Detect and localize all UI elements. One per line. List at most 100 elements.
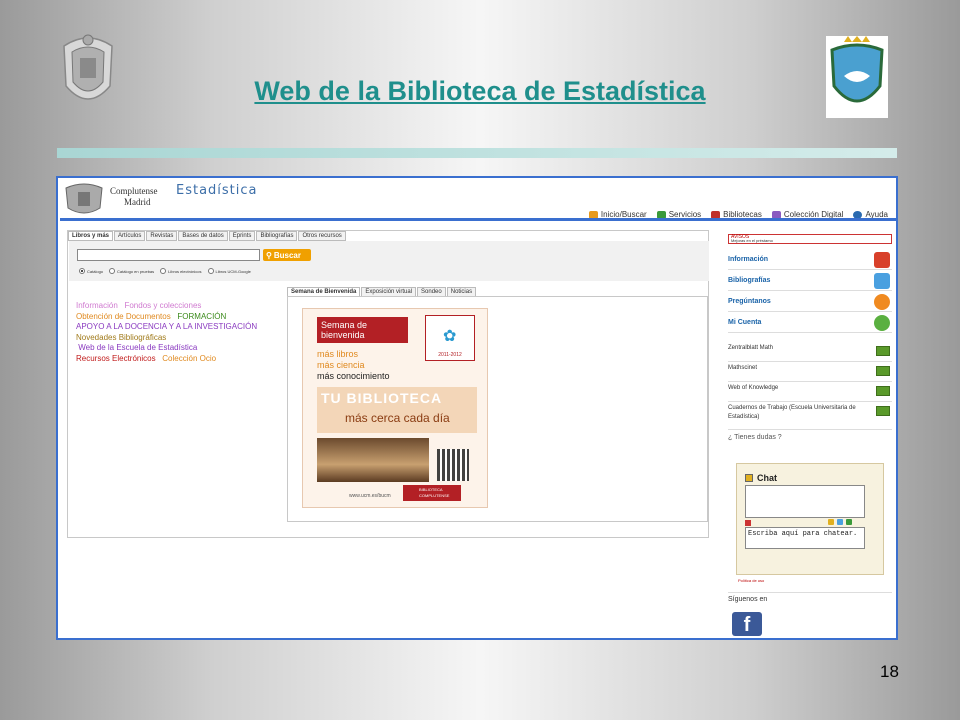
resource-label: Mathscinet	[728, 365, 758, 371]
chat-header: Chat	[745, 473, 777, 483]
resource-wok[interactable]: Web of Knowledge	[728, 382, 892, 402]
poster-line: más libros	[317, 349, 359, 359]
link-formacion[interactable]: FORMACIÓN	[177, 312, 226, 321]
scope-catalogo[interactable]: Catálogo	[79, 268, 103, 274]
account-icon	[874, 315, 890, 331]
resource-label: Zentralblatt Math	[728, 345, 774, 351]
sidebar-item-bibliografias[interactable]: Bibliografías	[728, 271, 892, 291]
poster-lines: más libros más ciencia más conocimiento	[317, 349, 390, 382]
sidebar-item-label: Información	[728, 256, 769, 263]
search-button-label: Buscar	[273, 250, 301, 260]
question-icon	[874, 294, 890, 310]
emoji-icon[interactable]	[828, 519, 834, 525]
sidebar-item-label: Bibliografías	[728, 277, 771, 284]
welcome-content: Semana de bienvenida ✿ 2011-2012 más lib…	[287, 296, 708, 522]
radio-icon	[79, 268, 85, 274]
link-recursos[interactable]: Recursos Electrónicos	[76, 354, 156, 363]
tab-eprints[interactable]: Eprints	[228, 231, 256, 241]
avisos-box[interactable]: AVISOS Mejoras en el préstamo	[728, 234, 892, 244]
search-input[interactable]	[77, 249, 260, 261]
chat-title: Chat	[757, 473, 777, 483]
sidebar-item-preguntanos[interactable]: Pregúntanos	[728, 292, 892, 312]
facebook-icon[interactable]: f	[732, 612, 762, 636]
site-name: Estadística	[176, 183, 258, 198]
resource-cuadernos[interactable]: Cuadernos de Trabajo (Escuela Universita…	[728, 402, 892, 430]
search-tabs: Libros y más Artículos Revistas Bases de…	[68, 231, 347, 241]
tab-articulos[interactable]: Artículos	[114, 231, 146, 241]
school-crest-icon	[826, 36, 888, 118]
radio-icon	[160, 268, 167, 274]
tab-bibliografias[interactable]: Bibliografías	[256, 231, 298, 241]
header-rule	[60, 218, 896, 221]
tab-bases-de-datos[interactable]: Bases de datos	[178, 231, 228, 241]
send-icon[interactable]	[846, 519, 852, 525]
welcome-panel: Semana de Bienvenida Exposición virtual …	[287, 287, 708, 522]
teal-divider	[57, 148, 897, 158]
qr-code-icon	[437, 449, 469, 481]
chat-log	[745, 485, 865, 518]
link-apoyo[interactable]: APOYO A LA DOCENCIA Y A LA INVESTIGACIÓN	[76, 322, 257, 331]
bibliography-icon	[874, 273, 890, 289]
tab-libros[interactable]: Libros y más	[68, 231, 114, 241]
search-area: ⚲ Buscar Catálogo Catálogo en pruebas Li…	[69, 241, 709, 281]
link-escuela[interactable]: Web de la Escuela de Estadística	[78, 343, 197, 352]
scope-libros-electronicos[interactable]: Libros electrónicos	[160, 268, 202, 274]
poster-sub-text: más cerca cada día	[345, 411, 450, 425]
resource-zentralblatt[interactable]: Zentralblatt Math	[728, 342, 892, 362]
scope-label: Libros UCM-Google	[215, 268, 251, 274]
chat-controls	[828, 519, 852, 525]
scope-label: Libros electrónicos	[168, 268, 202, 274]
poster-bib-logo: BIBLIOTECA COMPLUTENSE	[403, 485, 461, 501]
resource-label: Cuadernos de Trabajo (Escuela Universita…	[728, 405, 856, 420]
link-informacion[interactable]: Información	[76, 301, 118, 310]
sidebar-item-mi-cuenta[interactable]: Mi Cuenta	[728, 313, 892, 333]
mail-icon[interactable]	[837, 519, 843, 525]
chat-input[interactable]: Escriba aquí para chatear.	[745, 527, 865, 549]
welcome-poster[interactable]: Semana de bienvenida ✿ 2011-2012 más lib…	[302, 308, 488, 508]
poster-url: www.ucm.es/bucm	[349, 493, 391, 499]
scope-label: Catálogo en pruebas	[117, 268, 155, 274]
resource-icon	[876, 386, 890, 396]
slide-title[interactable]: Web de la Biblioteca de Estadística	[0, 76, 960, 107]
right-sidebar: AVISOS Mejoras en el préstamo Informació…	[724, 228, 894, 638]
chat-icon	[745, 474, 753, 482]
poster-heading: Semana de bienvenida	[317, 317, 408, 343]
politica-link[interactable]: Política de uso	[738, 578, 764, 583]
scope-catalogo-pruebas[interactable]: Catálogo en pruebas	[109, 268, 154, 274]
poster-line: más ciencia	[317, 360, 365, 370]
resource-label: Web of Knowledge	[728, 385, 779, 391]
poster-tu-text: TU BIBLIOTECA	[321, 390, 443, 406]
sidebar-item-label: Pregúntanos	[728, 298, 771, 305]
avisos-text: Mejoras en el préstamo	[731, 238, 773, 243]
ucm-brand: Complutense Madrid	[110, 186, 158, 208]
tab-revistas[interactable]: Revistas	[146, 231, 178, 241]
magnifier-icon: ⚲	[266, 250, 272, 260]
search-button[interactable]: ⚲ Buscar	[263, 249, 311, 261]
search-panel: Libros y más Artículos Revistas Bases de…	[67, 230, 709, 538]
site-header: Complutense Madrid Estadística Inicio/Bu…	[60, 180, 896, 220]
sidebar-item-informacion[interactable]: Información	[728, 250, 892, 270]
speaker-icon[interactable]	[745, 520, 751, 526]
website-screenshot: Complutense Madrid Estadística Inicio/Bu…	[56, 176, 898, 640]
link-novedades[interactable]: Novedades Bibliográficas	[76, 333, 166, 342]
radio-icon	[109, 268, 116, 274]
link-fondos[interactable]: Fondos y colecciones	[124, 301, 201, 310]
siguenos-heading: Síguenos en	[728, 592, 892, 603]
library-photo	[317, 438, 429, 482]
link-obtencion[interactable]: Obtención de Documentos	[76, 312, 171, 321]
brand-line-2: Madrid	[124, 197, 151, 207]
chat-widget: Chat Escriba aquí para chatear.	[736, 463, 884, 575]
brand-line-1: Complutense	[110, 186, 158, 196]
quick-links: Información Fondos y colecciones Obtenci…	[76, 301, 286, 364]
poster-line: más conocimiento	[317, 371, 390, 381]
resource-icon	[876, 346, 890, 356]
link-ocio[interactable]: Colección Ocio	[162, 354, 216, 363]
tab-otros-recursos[interactable]: Otros recursos	[298, 231, 346, 241]
sidebar-item-label: Mi Cuenta	[728, 319, 762, 326]
info-icon	[874, 252, 890, 268]
scope-libros-google[interactable]: Libros UCM-Google	[207, 268, 251, 274]
resource-mathscinet[interactable]: Mathscinet	[728, 362, 892, 382]
search-scopes: Catálogo Catálogo en pruebas Libros elec…	[79, 268, 251, 274]
dudas-heading: ¿ Tienes dudas ?	[728, 434, 782, 441]
page-number: 18	[880, 662, 899, 681]
